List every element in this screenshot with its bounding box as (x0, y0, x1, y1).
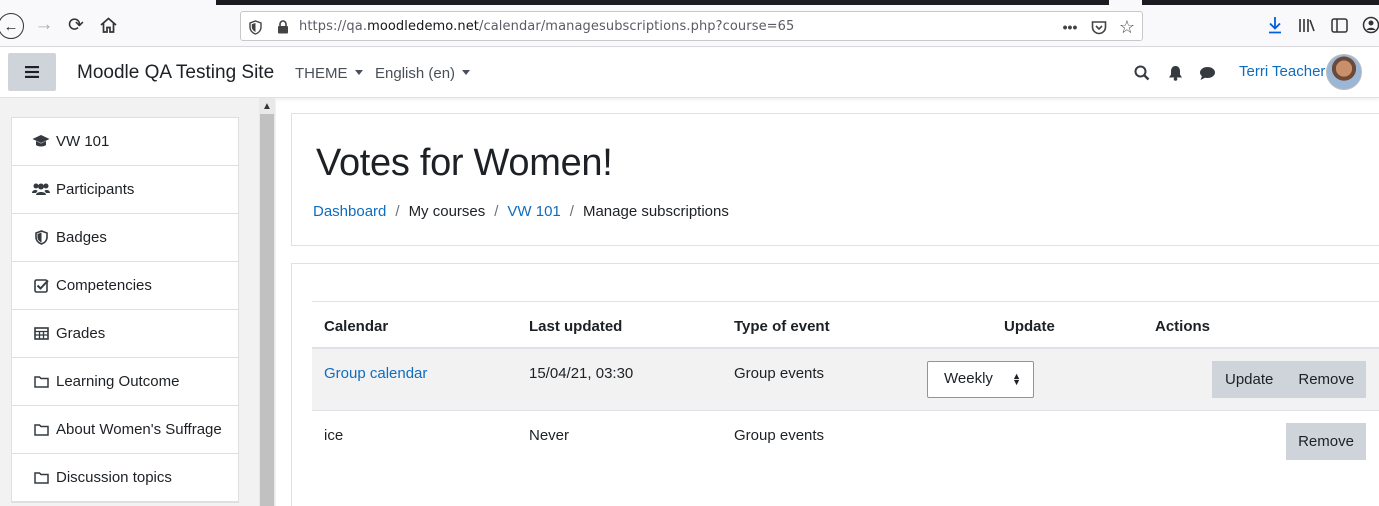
calendar-name-cell: ice (324, 427, 344, 444)
table-icon (32, 324, 50, 342)
shield-icon[interactable] (246, 18, 264, 36)
language-menu[interactable]: English (en) (375, 65, 471, 82)
more-actions-icon[interactable]: ••• (1061, 18, 1079, 36)
url-bar[interactable]: https://qa.moodledemo.net/calendar/manag… (240, 11, 1143, 41)
update-button[interactable]: Update (1225, 371, 1273, 388)
scroll-up-arrow-icon[interactable]: ▲ (259, 98, 275, 114)
update-frequency-select[interactable]: Weekly ▲ ▼ (927, 361, 1034, 398)
drawer-item-label: Participants (56, 181, 135, 198)
lock-icon[interactable] (274, 18, 292, 36)
bell-icon[interactable] (1166, 64, 1184, 82)
tab-strip-right (1142, 0, 1379, 5)
folder-icon (32, 372, 50, 390)
pocket-icon[interactable] (1090, 18, 1108, 36)
remove-button[interactable]: Remove (1298, 371, 1354, 388)
caret-down-icon (462, 70, 471, 75)
bookmark-star-icon[interactable]: ☆ (1118, 17, 1136, 37)
drawer-item-participants[interactable]: Participants (12, 166, 238, 214)
checkbox-icon (32, 276, 50, 294)
last-updated-cell: 15/04/21, 03:30 (529, 365, 634, 382)
column-header-actions: Actions (1155, 318, 1211, 335)
drawer-toggle-button[interactable] (8, 53, 56, 91)
drawer-item-label: VW 101 (56, 133, 110, 150)
site-name[interactable]: Moodle QA Testing Site (77, 62, 274, 84)
breadcrumb-separator: / (569, 203, 574, 220)
graduation-cap-icon (32, 132, 50, 150)
event-type-cell: Group events (734, 427, 825, 444)
column-header-calendar: Calendar (324, 318, 389, 335)
breadcrumb-separator: / (494, 203, 499, 220)
breadcrumb-course[interactable]: VW 101 (507, 203, 560, 220)
breadcrumb: Dashboard / My courses / VW 101 / Manage… (313, 203, 729, 220)
event-type-cell: Group events (734, 365, 825, 382)
column-header-last-updated: Last updated (529, 318, 623, 335)
browser-toolbar: ← → ⟳ https://qa.moodledemo.net/calendar… (0, 0, 1379, 47)
tab-strip (216, 0, 1109, 5)
home-icon[interactable] (96, 13, 120, 37)
reload-icon[interactable]: ⟳ (64, 13, 88, 37)
breadcrumb-dashboard[interactable]: Dashboard (313, 203, 386, 220)
folder-icon (32, 420, 50, 438)
update-frequency-value: Weekly (944, 370, 993, 387)
drawer-item-discussion-topics[interactable]: Discussion topics (12, 454, 238, 502)
hamburger-icon (25, 66, 39, 78)
sidebar-icon[interactable] (1327, 13, 1351, 37)
drawer-item-label: About Women's Suffrage (56, 421, 222, 438)
search-icon[interactable] (1133, 64, 1151, 82)
table-header-row: Calendar Last updated Type of event Upda… (312, 301, 1379, 349)
drawer-item-grades[interactable]: Grades (12, 310, 238, 358)
calendar-link[interactable]: Group calendar (324, 365, 427, 382)
download-icon[interactable] (1263, 13, 1287, 37)
language-menu-label: English (en) (375, 65, 456, 82)
page-title: Votes for Women! (316, 142, 613, 184)
drawer-item-competencies[interactable]: Competencies (12, 262, 238, 310)
drawer-item-label: Competencies (56, 277, 152, 294)
account-icon[interactable] (1359, 13, 1379, 37)
theme-menu-label: THEME (295, 65, 348, 82)
breadcrumb-my-courses: My courses (408, 203, 486, 220)
folder-icon (32, 468, 50, 486)
site-navbar: Moodle QA Testing Site THEME English (en… (0, 48, 1379, 98)
column-header-update: Update (1004, 318, 1055, 335)
drawer-item-about-womens-suffrage[interactable]: About Women's Suffrage (12, 406, 238, 454)
drawer-item-label: Learning Outcome (56, 373, 180, 390)
select-arrows-icon: ▲ ▼ (1012, 371, 1021, 387)
table-row: Group calendar 15/04/21, 03:30 Group eve… (312, 349, 1379, 411)
drawer-item-badges[interactable]: Badges (12, 214, 238, 262)
drawer-list: VW 101 Participants Badges Competencies … (11, 117, 239, 503)
forward-icon[interactable]: → (32, 13, 56, 37)
drawer-item-label: Discussion topics (56, 469, 172, 486)
drawer-scrollbar[interactable]: ▲ (259, 98, 275, 506)
scroll-thumb[interactable] (260, 114, 274, 506)
nav-drawer: VW 101 Participants Badges Competencies … (0, 98, 276, 506)
last-updated-cell: Never (529, 427, 570, 444)
chat-bubble-icon[interactable] (1198, 64, 1216, 82)
subscriptions-table: Calendar Last updated Type of event Upda… (312, 301, 1379, 473)
drawer-item-course[interactable]: VW 101 (12, 118, 238, 166)
remove-button[interactable]: Remove (1286, 423, 1366, 460)
users-icon (32, 180, 50, 198)
breadcrumb-separator: / (395, 203, 400, 220)
page-header: Votes for Women! Dashboard / My courses … (291, 113, 1379, 246)
drawer-item-label: Grades (56, 325, 106, 342)
caret-down-icon (354, 70, 363, 75)
drawer-item-learning-outcome[interactable]: Learning Outcome (12, 358, 238, 406)
shield-icon (32, 228, 50, 246)
back-icon[interactable]: ← (0, 13, 24, 39)
user-menu-name[interactable]: Terri Teacher (1239, 63, 1325, 80)
library-icon[interactable] (1295, 13, 1319, 37)
column-header-type: Type of event (734, 318, 830, 335)
url-text[interactable]: https://qa.moodledemo.net/calendar/manag… (299, 19, 794, 34)
theme-menu[interactable]: THEME (295, 65, 363, 82)
avatar[interactable] (1326, 54, 1362, 90)
table-row: ice Never Group events Remove (312, 411, 1379, 473)
drawer-item-label: Badges (56, 229, 107, 246)
breadcrumb-current: Manage subscriptions (582, 203, 729, 220)
actions-button-group: Update Remove (1212, 361, 1366, 398)
